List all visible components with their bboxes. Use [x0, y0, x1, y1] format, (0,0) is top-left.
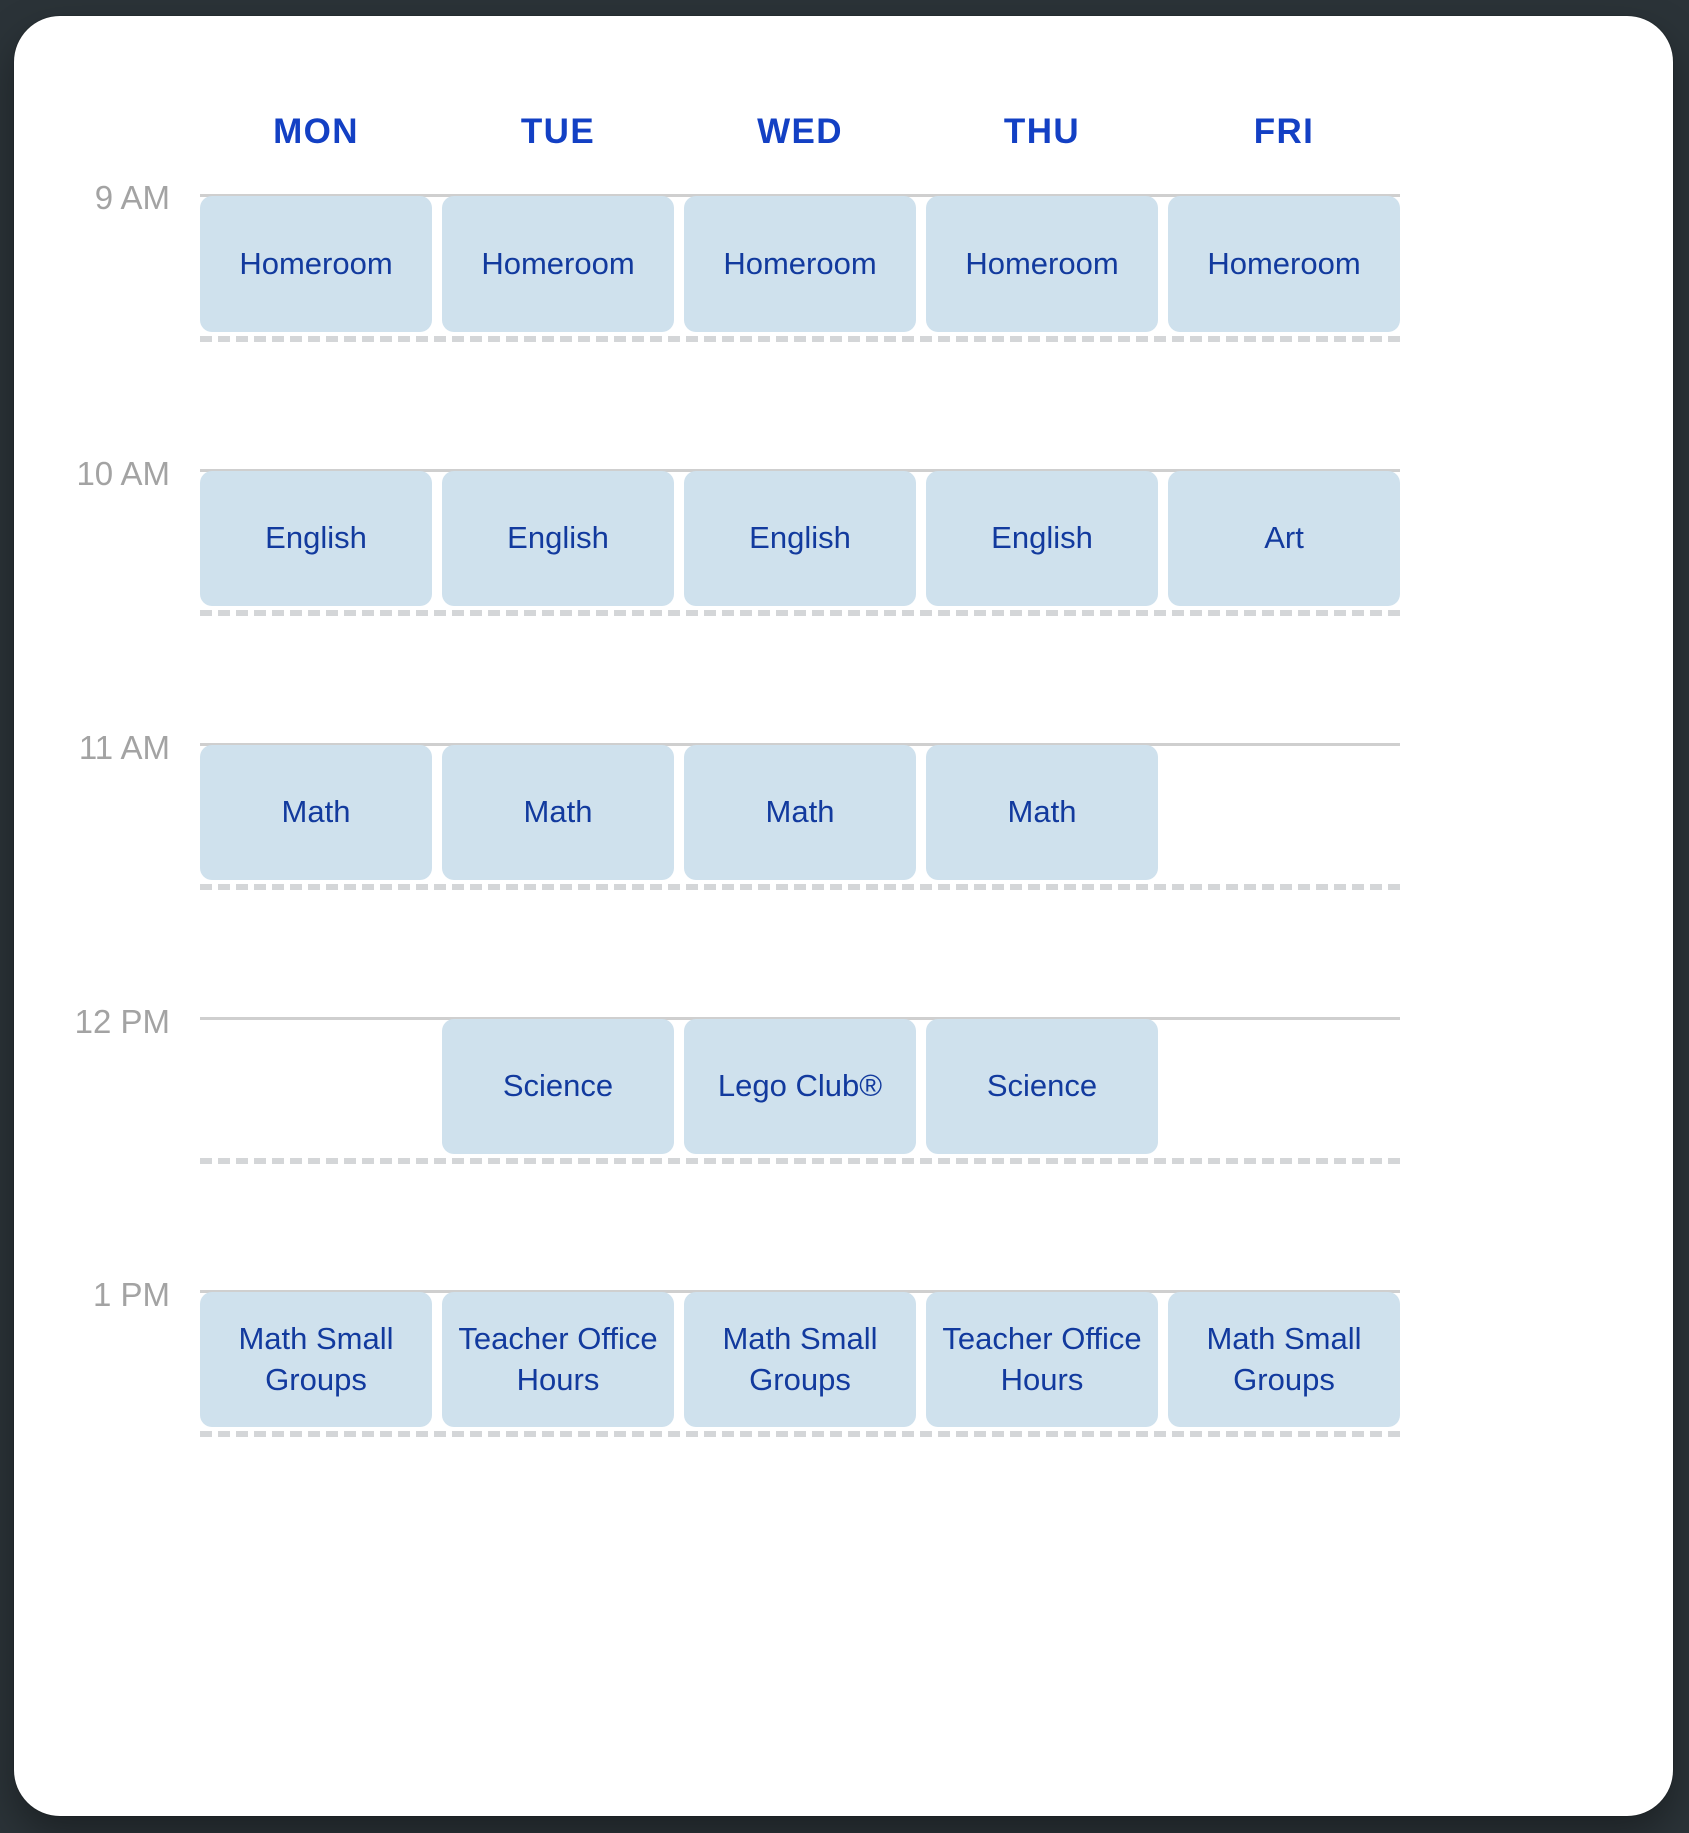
- event-block[interactable]: Math Small Groups: [684, 1292, 916, 1427]
- hour-dashed-rule-11am: [200, 884, 1400, 890]
- event-block[interactable]: Math: [926, 745, 1158, 880]
- event-label: English: [507, 520, 609, 556]
- event-block[interactable]: Homeroom: [1168, 196, 1400, 332]
- event-slot: Homeroom: [1168, 196, 1400, 332]
- event-block[interactable]: Math: [442, 745, 674, 880]
- event-label: Math Small Groups: [1206, 1320, 1362, 1397]
- event-block[interactable]: Homeroom: [200, 196, 432, 332]
- hour-dashed-rule-1pm: [200, 1431, 1400, 1437]
- event-label: Teacher Office Hours: [942, 1320, 1142, 1397]
- event-block[interactable]: Teacher Office Hours: [442, 1292, 674, 1427]
- day-header-wed: WED: [757, 112, 843, 151]
- event-label: Homeroom: [481, 245, 635, 281]
- event-slot: Homeroom: [926, 196, 1158, 332]
- event-label: English: [265, 520, 367, 556]
- event-slot: Teacher Office Hours: [926, 1292, 1158, 1427]
- event-slot: Science: [926, 1019, 1158, 1154]
- event-label: English: [991, 520, 1093, 556]
- event-block[interactable]: Teacher Office Hours: [926, 1292, 1158, 1427]
- hour-dashed-rule-9am: [200, 336, 1400, 342]
- events-track-10am: English English English English Art: [200, 471, 1400, 606]
- event-slot: English: [926, 471, 1158, 606]
- event-block[interactable]: English: [926, 471, 1158, 606]
- event-block[interactable]: Math Small Groups: [200, 1292, 432, 1427]
- events-track-9am: Homeroom Homeroom Homeroom Homeroom Home…: [200, 196, 1400, 332]
- event-label: Lego Club®: [717, 1068, 883, 1104]
- event-block[interactable]: Homeroom: [442, 196, 674, 332]
- hour-label-11am: 11 AM: [78, 729, 170, 766]
- event-slot: Math: [684, 745, 916, 880]
- event-slot: Homeroom: [684, 196, 916, 332]
- event-slot: English: [442, 471, 674, 606]
- event-block[interactable]: Homeroom: [684, 196, 916, 332]
- event-label: Homeroom: [1207, 245, 1361, 281]
- events-track-1pm: Math Small Groups Teacher Office Hours M…: [200, 1292, 1400, 1427]
- event-block[interactable]: Math: [684, 745, 916, 880]
- event-block[interactable]: Science: [926, 1019, 1158, 1154]
- hour-label-10am: 10 AM: [76, 455, 170, 492]
- event-slot: Lego Club®: [684, 1019, 916, 1154]
- day-header-tue: TUE: [520, 112, 596, 151]
- hour-dashed-rule-10am: [200, 610, 1400, 616]
- hour-dashed-rule-12pm: [200, 1158, 1400, 1164]
- events-track-11am: Math Math Math Math: [200, 745, 1400, 880]
- event-label: Math Small Groups: [238, 1320, 394, 1397]
- event-slot: Math Small Groups: [684, 1292, 916, 1427]
- event-slot: [200, 1019, 432, 1154]
- event-slot: Math: [442, 745, 674, 880]
- event-label: Art: [1264, 520, 1304, 556]
- event-block[interactable]: Math: [200, 745, 432, 880]
- events-track-12pm: Science Lego Club® Science: [200, 1019, 1400, 1154]
- event-label: Math Small Groups: [722, 1320, 878, 1397]
- day-header-mon: MON: [273, 112, 359, 151]
- event-slot: Math Small Groups: [1168, 1292, 1400, 1427]
- event-slot: English: [684, 471, 916, 606]
- day-header-fri: FRI: [1253, 112, 1315, 151]
- event-block-empty: [200, 1019, 432, 1154]
- app-frame: MON TUE WED THU FRI 9 AM Homeroom Homero…: [0, 0, 1689, 1833]
- event-block[interactable]: Homeroom: [926, 196, 1158, 332]
- event-slot: [1168, 745, 1400, 880]
- event-slot: Science: [442, 1019, 674, 1154]
- event-block[interactable]: English: [442, 471, 674, 606]
- event-slot: Homeroom: [200, 196, 432, 332]
- day-header-row: MON TUE WED THU FRI: [200, 102, 1400, 162]
- event-block[interactable]: Science: [442, 1019, 674, 1154]
- event-label: English: [749, 520, 851, 556]
- hour-label-9am: 9 AM: [94, 179, 170, 216]
- event-slot: Teacher Office Hours: [442, 1292, 674, 1427]
- event-label: Science: [502, 1068, 614, 1104]
- event-slot: [1168, 1019, 1400, 1154]
- event-block[interactable]: English: [684, 471, 916, 606]
- event-block[interactable]: Math Small Groups: [1168, 1292, 1400, 1427]
- event-label: Homeroom: [723, 245, 877, 281]
- event-block[interactable]: Art: [1168, 471, 1400, 606]
- event-block-empty: [1168, 1019, 1400, 1154]
- event-block[interactable]: Lego Club®: [684, 1019, 916, 1154]
- hour-label-12pm: 12 PM: [74, 1003, 170, 1040]
- weekly-schedule-card: MON TUE WED THU FRI 9 AM Homeroom Homero…: [14, 16, 1673, 1816]
- event-slot: Math: [926, 745, 1158, 880]
- schedule-grid: MON TUE WED THU FRI 9 AM Homeroom Homero…: [14, 16, 1673, 1816]
- event-label: Math: [281, 794, 351, 830]
- event-label: Math: [765, 794, 835, 830]
- day-header-thu: THU: [1003, 112, 1081, 151]
- event-label: Homeroom: [965, 245, 1119, 281]
- event-label: Science: [986, 1068, 1098, 1104]
- event-slot: Homeroom: [442, 196, 674, 332]
- event-label: Teacher Office Hours: [458, 1320, 658, 1397]
- event-slot: English: [200, 471, 432, 606]
- event-slot: Math: [200, 745, 432, 880]
- event-slot: Art: [1168, 471, 1400, 606]
- event-label: Homeroom: [239, 245, 393, 281]
- event-block-empty: [1168, 745, 1400, 880]
- event-label: Math: [523, 794, 593, 830]
- event-slot: Math Small Groups: [200, 1292, 432, 1427]
- event-block[interactable]: English: [200, 471, 432, 606]
- event-label: Math: [1007, 794, 1077, 830]
- hour-label-1pm: 1 PM: [92, 1276, 170, 1313]
